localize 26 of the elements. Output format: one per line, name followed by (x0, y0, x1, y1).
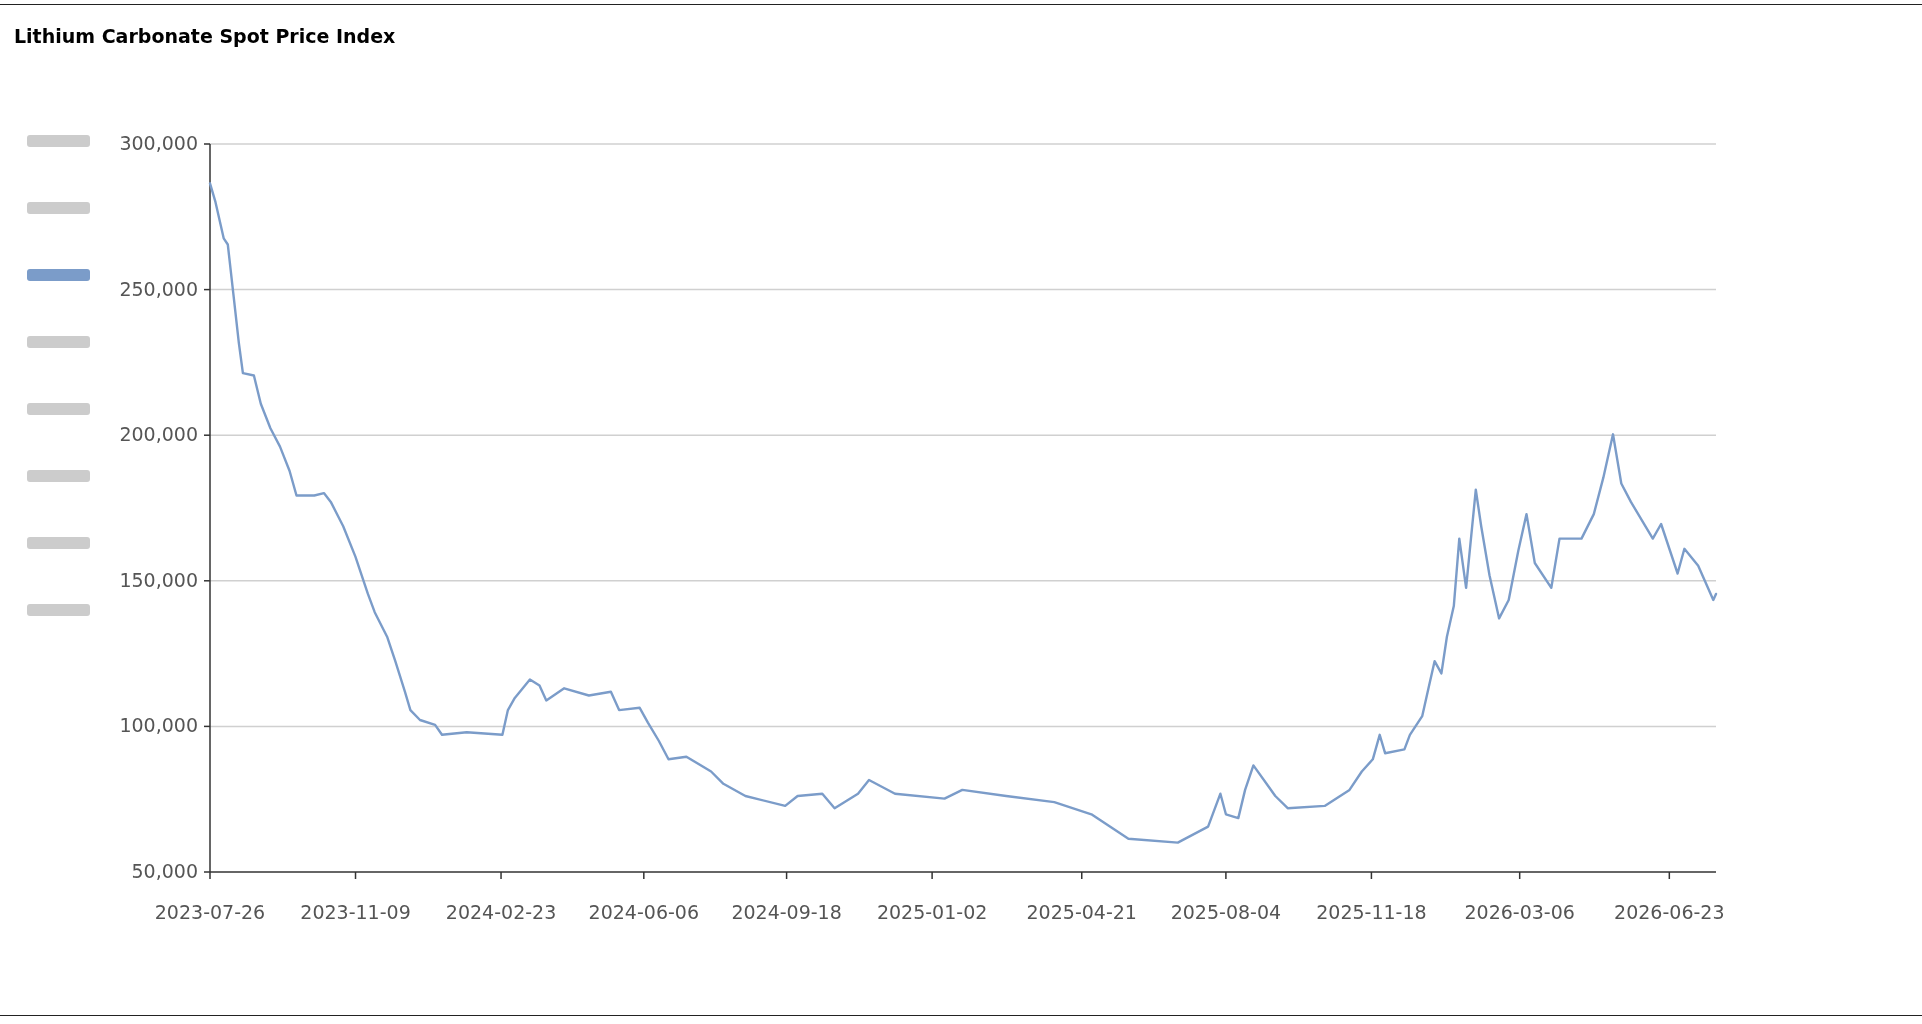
y-tick-label: 250,000 (119, 277, 198, 300)
legend-swatch[interactable] (27, 604, 90, 616)
x-tick-label: 2024-09-18 (731, 901, 842, 923)
legend-swatch[interactable] (27, 403, 90, 415)
x-tick-label: 2025-04-21 (1026, 901, 1137, 923)
x-tick-label: 2026-03-06 (1464, 901, 1575, 923)
legend-swatch[interactable] (27, 336, 90, 348)
x-tick-label: 2023-11-09 (300, 901, 411, 923)
x-tick-label: 2024-06-06 (588, 901, 700, 923)
x-tick-label: 2025-11-18 (1316, 901, 1427, 923)
chart-title: Lithium Carbonate Spot Price Index (14, 25, 396, 47)
legend-swatch[interactable] (27, 537, 90, 549)
x-tick-label: 2023-07-26 (154, 901, 266, 923)
y-tick-label: 100,000 (119, 714, 198, 737)
legend-swatch[interactable] (27, 202, 90, 214)
legend-swatch[interactable] (27, 470, 90, 482)
y-tick-label: 150,000 (119, 568, 198, 591)
legend-swatch[interactable] (27, 269, 90, 281)
x-tick-label: 2026-06-23 (1614, 901, 1725, 923)
y-tick-label: 200,000 (119, 423, 198, 446)
y-tick-label: 300,000 (119, 132, 198, 154)
x-tick-label: 2025-08-04 (1170, 901, 1282, 923)
legend-swatch[interactable] (27, 135, 90, 147)
x-tick-label: 2024-02-23 (445, 901, 557, 923)
y-tick-label: 50,000 (131, 860, 198, 882)
x-tick-label: 2025-01-02 (876, 901, 988, 923)
